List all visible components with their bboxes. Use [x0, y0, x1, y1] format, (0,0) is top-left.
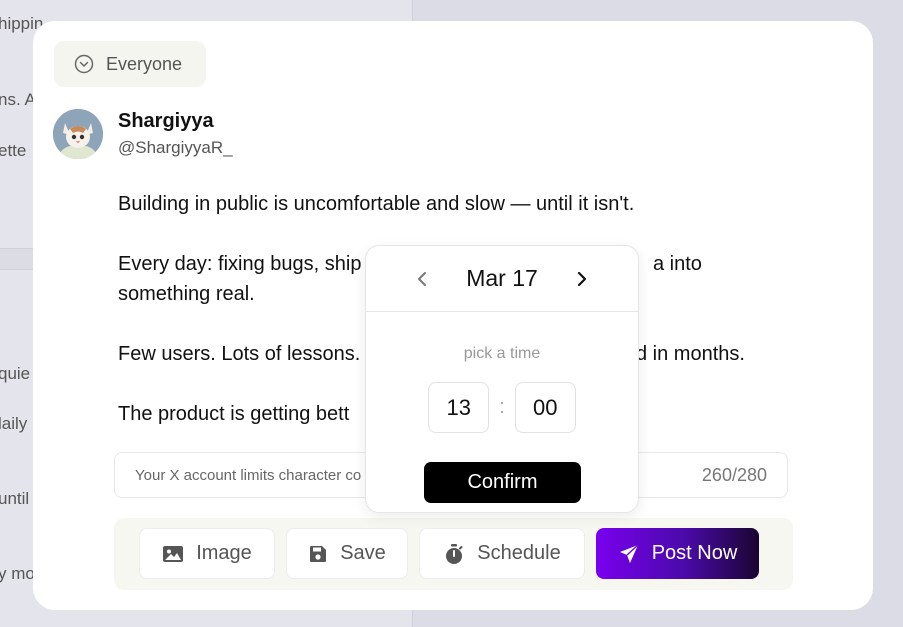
save-button-label: Save [340, 542, 386, 564]
selected-date: Mar 17 [466, 265, 538, 291]
next-date-button[interactable] [570, 268, 592, 290]
minute-input[interactable]: 00 [514, 382, 576, 433]
time-picker-label: pick a time [463, 345, 541, 362]
background-text: y mo [0, 564, 35, 583]
background-text: laily [0, 414, 28, 433]
date-navigator: Mar 17 [366, 246, 638, 312]
compose-toolbar: Image Save Schedule Post Now [114, 518, 793, 590]
chevron-left-icon [418, 271, 427, 286]
background-text: ette [0, 141, 27, 160]
audience-label: Everyone [106, 53, 183, 74]
post-line: Building in public is uncomfortable and … [118, 193, 635, 215]
cat-avatar-icon [53, 109, 103, 159]
author-handle: @ShargiyyaR_ [118, 138, 233, 157]
background-text: until [0, 489, 30, 508]
background-text: ns. A [0, 90, 36, 109]
send-icon [619, 543, 639, 563]
schedule-button[interactable]: Schedule [419, 528, 585, 579]
previous-date-button[interactable] [412, 268, 434, 290]
time-inputs: 13 : 00 [366, 382, 638, 433]
schedule-button-label: Schedule [477, 542, 561, 564]
stopwatch-icon [446, 543, 463, 564]
background-text: quie [0, 364, 31, 383]
post-now-button[interactable]: Post Now [596, 528, 759, 579]
chevron-down-circle-icon [74, 54, 94, 74]
audience-selector[interactable]: Everyone [54, 41, 206, 87]
confirm-button[interactable]: Confirm [424, 462, 581, 503]
schedule-picker: Mar 17 pick a time 13 : 00 Confirm [365, 245, 639, 513]
character-counter: 260/280 [701, 464, 767, 485]
save-button[interactable]: Save [286, 528, 408, 579]
limit-notice: Your X account limits character co [135, 466, 362, 484]
image-icon [163, 545, 184, 562]
floppy-disk-icon [310, 545, 327, 562]
time-separator: : [499, 396, 505, 418]
image-button-label: Image [196, 542, 252, 564]
post-now-button-label: Post Now [651, 542, 738, 564]
image-button[interactable]: Image [139, 528, 275, 579]
chevron-right-icon [577, 271, 586, 286]
author-name: Shargiyya [118, 110, 214, 132]
avatar[interactable] [53, 109, 103, 159]
hour-input[interactable]: 13 [428, 382, 490, 433]
